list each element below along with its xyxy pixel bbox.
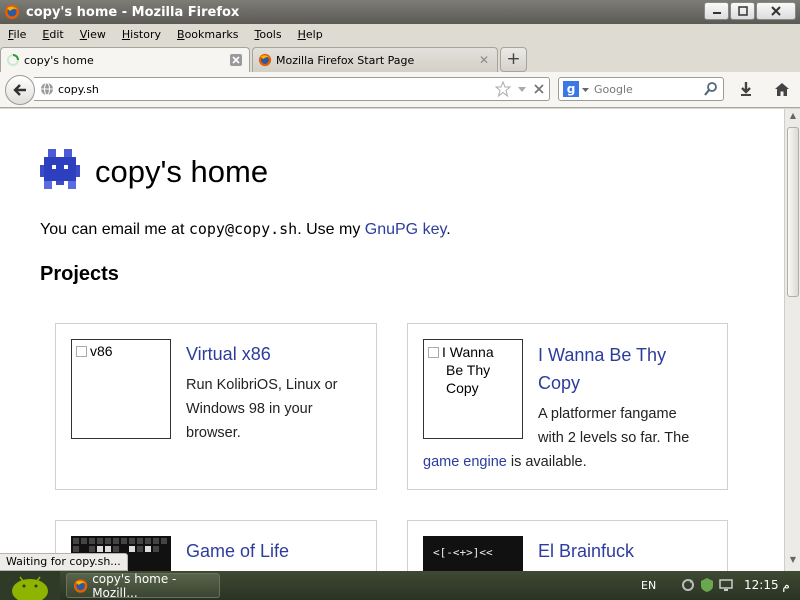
globe-icon	[41, 82, 53, 96]
tab-close-icon[interactable]	[229, 53, 243, 67]
back-button[interactable]	[5, 75, 35, 105]
tab-label: copy's home	[24, 53, 94, 67]
monitor-icon[interactable]	[718, 577, 734, 593]
project-thumbnail[interactable]: I Wanna Be Thy Copy	[423, 339, 523, 439]
taskbar: copy's home - Mozill... EN 12:15 م	[0, 571, 800, 600]
taskbar-firefox-window[interactable]: copy's home - Mozill...	[66, 571, 220, 600]
search-icon[interactable]	[703, 81, 719, 97]
brainfuck-thumbnail[interactable]: <[-<+>]<<	[423, 536, 523, 571]
tab-firefox-start-page[interactable]: Mozilla Firefox Start Page ✕	[252, 47, 498, 72]
email-address: copy@copy.sh	[188, 220, 298, 238]
back-arrow-icon	[13, 84, 26, 96]
scroll-down-arrow-icon[interactable]: ▼	[787, 555, 799, 569]
tab-copys-home[interactable]: copy's home	[0, 47, 250, 72]
project-card-v86: v86 Virtual x86 Run KolibriOS, Linux or …	[55, 323, 377, 490]
gpg-key-link[interactable]: GnuPG key	[365, 221, 447, 238]
project-description-tail: game engine is available.	[423, 454, 587, 470]
minimize-button[interactable]	[704, 2, 729, 20]
downloads-icon[interactable]	[738, 81, 754, 97]
close-tab-icon	[230, 54, 242, 66]
project-title-link[interactable]: I Wanna Be Thy Copy	[538, 341, 666, 397]
project-card-iwbtc: I Wanna Be Thy Copy I Wanna Be Thy Copy …	[407, 323, 728, 490]
navigation-toolbar: copy.sh g Google	[0, 72, 800, 108]
intro-text: You can email me at copy@copy.sh. Use my…	[40, 220, 451, 238]
broken-image-icon	[76, 346, 87, 357]
stop-icon[interactable]	[533, 83, 545, 95]
scroll-thumb[interactable]	[787, 127, 799, 297]
sync-icon[interactable]	[680, 577, 696, 593]
page-title: copy's home	[95, 154, 269, 189]
menu-bookmarks[interactable]: Bookmarks	[177, 28, 238, 41]
google-icon[interactable]: g	[563, 81, 579, 97]
search-input[interactable]: Google	[594, 83, 633, 96]
page-content: copy's home You can email me at copy@cop…	[0, 109, 784, 571]
project-thumbnail[interactable]: v86	[71, 339, 171, 439]
status-text: Waiting for copy.sh...	[0, 553, 128, 571]
new-tab-button[interactable]: +	[500, 47, 527, 72]
search-bar[interactable]: g Google	[558, 77, 724, 101]
home-icon[interactable]	[774, 81, 790, 97]
broken-image-icon	[428, 347, 439, 358]
project-description: A platformer fangame with 2 levels so fa…	[538, 406, 690, 446]
engine-dropdown-icon[interactable]	[582, 86, 589, 93]
close-icon	[771, 6, 781, 16]
project-description: Run KolibriOS, Linux or Windows 98 in yo…	[186, 377, 338, 441]
clock[interactable]: 12:15 م	[744, 578, 790, 592]
project-title-link[interactable]: El Brainfuck	[538, 537, 634, 565]
window-controls	[704, 2, 796, 20]
network-shield-icon[interactable]	[699, 577, 715, 593]
menu-edit[interactable]: Edit	[42, 28, 63, 41]
firefox-icon	[5, 5, 19, 19]
menu-tools[interactable]: Tools	[254, 28, 281, 41]
menu-help[interactable]: Help	[298, 28, 323, 41]
scroll-up-arrow-icon[interactable]: ▲	[787, 111, 799, 125]
start-menu-android-icon[interactable]	[0, 571, 60, 600]
firefox-icon	[258, 53, 272, 67]
project-title-link[interactable]: Game of Life	[186, 537, 289, 565]
space-invader-logo	[40, 149, 80, 189]
menu-bar: File Edit View History Bookmarks Tools H…	[0, 24, 800, 44]
project-title-link[interactable]: Virtual x86	[186, 340, 271, 368]
game-engine-link[interactable]: game engine	[423, 454, 507, 470]
menu-history[interactable]: History	[122, 28, 161, 41]
url-bar[interactable]: copy.sh	[34, 77, 550, 101]
tab-close-icon[interactable]: ✕	[477, 53, 491, 67]
menu-file[interactable]: File	[8, 28, 26, 41]
vertical-scrollbar[interactable]: ▲ ▼	[784, 109, 800, 571]
bookmark-star-icon[interactable]	[495, 81, 511, 97]
tab-bar: copy's home Mozilla Firefox Start Page ✕…	[0, 44, 800, 72]
project-card-el-brainfuck: <[-<+>]<< El Brainfuck	[407, 520, 728, 571]
language-indicator[interactable]: EN	[641, 579, 656, 592]
tab-label: Mozilla Firefox Start Page	[276, 53, 415, 67]
loading-spinner-icon	[7, 54, 19, 66]
taskbar-window-label: copy's home - Mozill...	[92, 571, 177, 600]
maximize-button[interactable]	[730, 2, 755, 20]
system-tray	[680, 577, 734, 593]
window-title: copy's home - Mozilla Firefox	[26, 4, 240, 20]
firefox-icon	[73, 578, 88, 593]
minimize-icon	[712, 12, 721, 14]
window-titlebar: copy's home - Mozilla Firefox	[0, 0, 800, 24]
close-button[interactable]	[756, 2, 796, 20]
projects-heading: Projects	[40, 263, 119, 285]
menu-view[interactable]: View	[80, 28, 106, 41]
dropdown-arrow-icon[interactable]	[517, 84, 527, 94]
maximize-icon	[737, 6, 748, 16]
url-text[interactable]: copy.sh	[58, 83, 99, 96]
